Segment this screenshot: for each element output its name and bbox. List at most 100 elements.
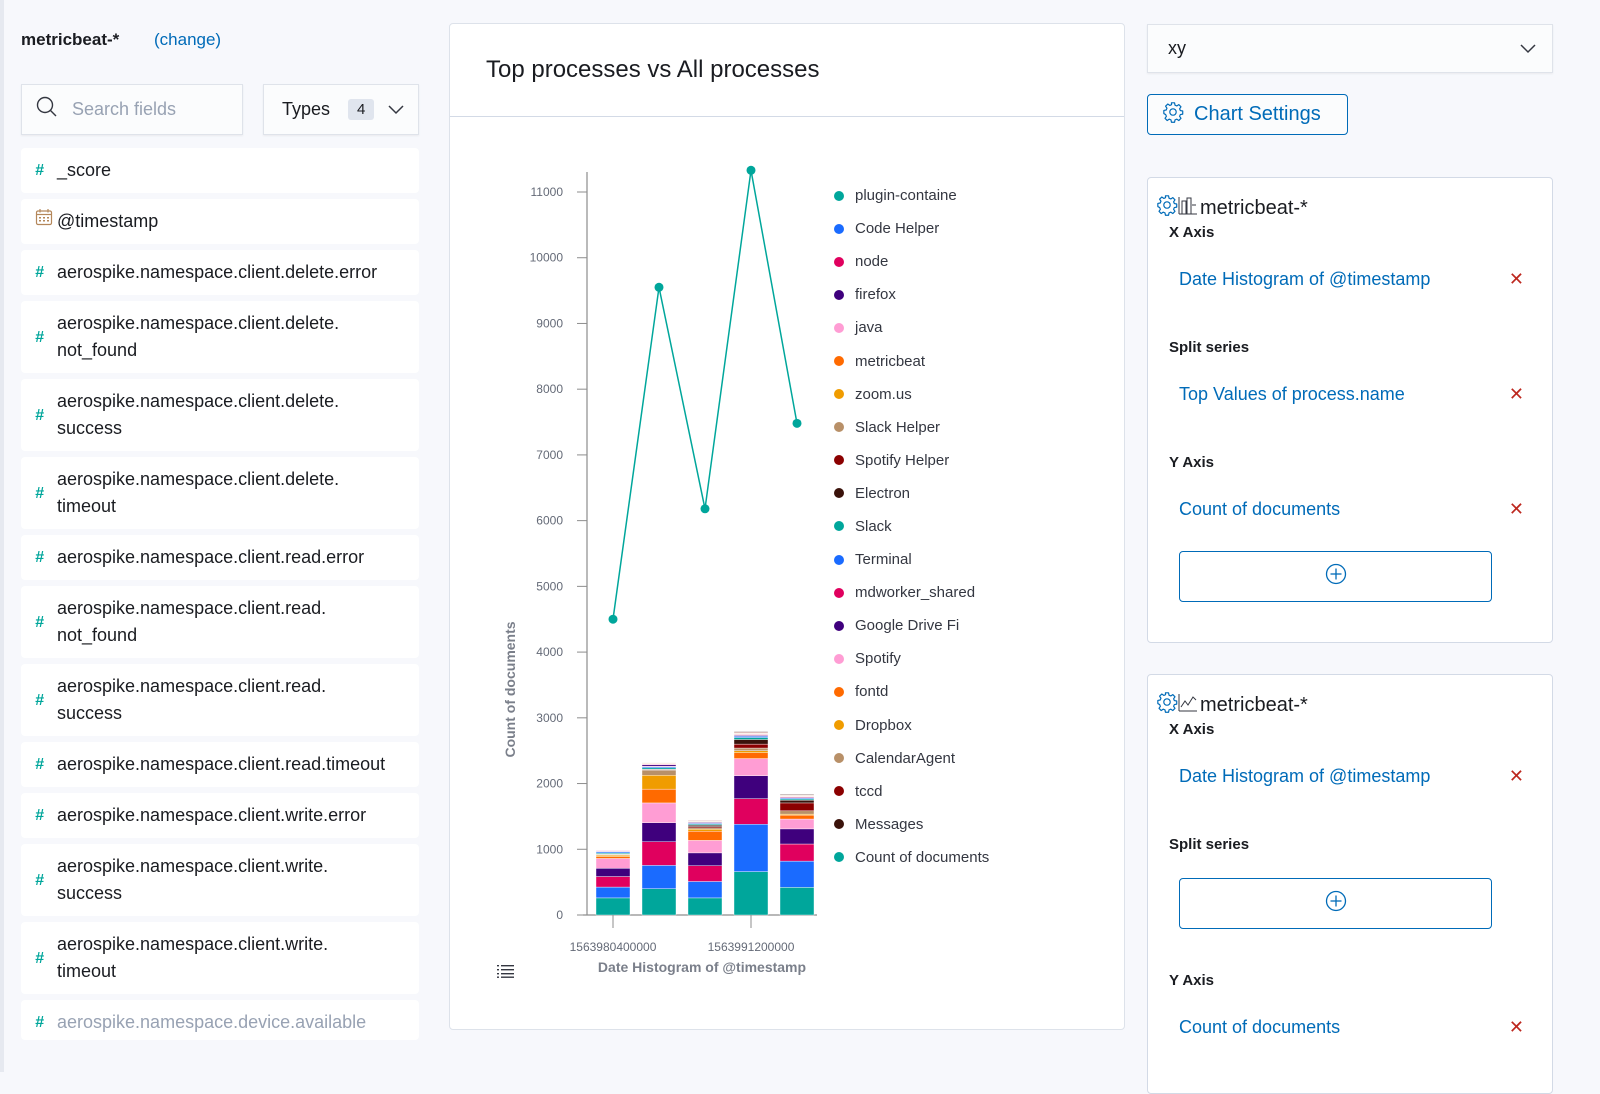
field-name: @timestamp xyxy=(57,211,159,231)
close-icon[interactable]: ✕ xyxy=(1509,766,1524,787)
field-list-item[interactable]: # aerospike.namespace.client.write. timeo… xyxy=(21,922,419,994)
bar-segment xyxy=(779,860,815,888)
list-icon[interactable] xyxy=(497,964,515,983)
search-fields-input[interactable] xyxy=(70,98,230,121)
field-list-item[interactable]: # _score xyxy=(21,148,419,193)
field-list-item[interactable]: @timestamp xyxy=(21,199,419,244)
legend-label: Slack xyxy=(855,517,892,535)
legend-label: Code Helper xyxy=(855,220,940,238)
close-icon[interactable]: ✕ xyxy=(1509,499,1524,520)
gear-icon[interactable] xyxy=(1156,194,1178,222)
legend-item[interactable]: Google Drive Fi xyxy=(834,609,989,642)
layer-header: metricbeat-* xyxy=(1156,691,1308,719)
y-axis-dimension: Count of documents ✕ xyxy=(1179,499,1524,520)
number-type-icon: # xyxy=(35,406,44,424)
legend-item[interactable]: mdworker_shared xyxy=(834,576,989,609)
field-list-item[interactable]: # aerospike.namespace.client.read.error xyxy=(21,535,419,580)
bar-segment xyxy=(687,830,723,841)
y-tick-label: 7000 xyxy=(536,448,563,462)
change-index-pattern-link[interactable]: (change) xyxy=(154,30,221,49)
legend-item[interactable]: Messages xyxy=(834,808,989,841)
field-list-item[interactable]: # aerospike.namespace.device.available xyxy=(21,1000,419,1040)
legend-item[interactable]: Slack Helper xyxy=(834,411,989,444)
legend-item[interactable]: Code Helper xyxy=(834,212,989,245)
number-type-icon: # xyxy=(35,807,44,824)
bar-segment xyxy=(733,824,769,872)
bar-segment xyxy=(595,856,631,859)
number-type-icon: # xyxy=(35,264,44,281)
field-list-item[interactable]: # aerospike.namespace.client.write.error xyxy=(21,793,419,838)
legend-label: firefox xyxy=(855,286,896,304)
layer-index-pattern: metricbeat-* xyxy=(1200,196,1308,219)
legend-item[interactable]: Spotify xyxy=(834,642,989,675)
legend-item[interactable]: Terminal xyxy=(834,543,989,576)
legend-item[interactable]: node xyxy=(834,245,989,278)
legend-item[interactable]: CalendarAgent xyxy=(834,742,989,775)
add-y-dimension-button[interactable] xyxy=(1179,551,1492,602)
bar-segment xyxy=(733,737,769,740)
legend-item[interactable]: Dropbox xyxy=(834,709,989,742)
legend-item[interactable]: java xyxy=(834,311,989,344)
field-name: aerospike.namespace.client.read. success xyxy=(57,676,327,723)
field-list-item[interactable]: # aerospike.namespace.client.read.timeout xyxy=(21,742,419,787)
add-split-series-button[interactable] xyxy=(1179,878,1492,929)
bar-segment xyxy=(733,739,769,745)
line-point xyxy=(608,614,618,624)
x-axis-dimension-link[interactable]: Date Histogram of @timestamp xyxy=(1179,766,1430,787)
y-tick-label: 2000 xyxy=(536,777,563,791)
bar-segment xyxy=(595,897,631,916)
field-list-item[interactable]: # aerospike.namespace.client.delete. succ… xyxy=(21,379,419,451)
bar-segment xyxy=(641,802,677,823)
legend-item[interactable]: fontd xyxy=(834,675,989,708)
legend-item[interactable]: Slack xyxy=(834,510,989,543)
legend-item[interactable]: Electron xyxy=(834,477,989,510)
bar-segment xyxy=(687,897,723,916)
chart-type-select[interactable]: xy xyxy=(1147,24,1553,73)
legend-item[interactable]: Spotify Helper xyxy=(834,444,989,477)
y-axis-dimension-link[interactable]: Count of documents xyxy=(1179,1017,1340,1038)
close-icon[interactable]: ✕ xyxy=(1509,269,1524,290)
field-list-item[interactable]: # aerospike.namespace.client.delete. time… xyxy=(21,457,419,529)
x-axis-dimension-link[interactable]: Date Histogram of @timestamp xyxy=(1179,269,1430,290)
field-list-item[interactable]: # aerospike.namespace.client.write. succe… xyxy=(21,844,419,916)
y-tick-label: 5000 xyxy=(536,579,563,593)
bar-chart-icon xyxy=(1178,195,1198,221)
close-icon[interactable]: ✕ xyxy=(1509,1017,1524,1038)
legend-item[interactable]: metricbeat xyxy=(834,344,989,377)
legend-label: mdworker_shared xyxy=(855,584,976,602)
legend-color-dot xyxy=(834,521,844,532)
bar-segment xyxy=(733,743,769,749)
legend-item[interactable]: zoom.us xyxy=(834,378,989,411)
field-list-item[interactable]: # aerospike.namespace.client.delete. not_… xyxy=(21,301,419,373)
gear-icon[interactable] xyxy=(1156,691,1178,719)
legend-label: Spotify xyxy=(855,650,901,668)
layer-panel-line: metricbeat-* X Axis Date Histogram of @t… xyxy=(1147,674,1553,1094)
legend-item[interactable]: firefox xyxy=(834,278,989,311)
search-fields-box[interactable] xyxy=(21,84,243,135)
legend-color-dot xyxy=(834,256,844,267)
y-tick-label: 10000 xyxy=(530,251,564,265)
bar-segment xyxy=(733,747,769,751)
field-list-item[interactable]: # aerospike.namespace.client.delete.error xyxy=(21,250,419,295)
legend-label: fontd xyxy=(855,683,889,701)
layer-panel-bar: metricbeat-* X Axis Date Histogram of @t… xyxy=(1147,177,1553,643)
legend-label: metricbeat xyxy=(855,352,926,370)
x-axis-title: Date Histogram of @timestamp xyxy=(598,959,806,975)
field-list-item[interactable]: # aerospike.namespace.client.read. not_fo… xyxy=(21,586,419,658)
bar-segment xyxy=(687,865,723,882)
legend-item[interactable]: Count of documents xyxy=(834,841,989,874)
split-series-dimension-link[interactable]: Top Values of process.name xyxy=(1179,384,1405,405)
number-type-icon: # xyxy=(35,691,44,709)
close-icon[interactable]: ✕ xyxy=(1509,384,1524,405)
field-name: aerospike.namespace.client.write.error xyxy=(57,805,367,825)
chart-settings-button[interactable]: Chart Settings xyxy=(1147,94,1348,135)
legend-item[interactable]: plugin-containe xyxy=(834,179,989,212)
y-axis-dimension-link[interactable]: Count of documents xyxy=(1179,499,1340,520)
split-series-label: Split series xyxy=(1169,339,1250,356)
legend-color-dot xyxy=(834,554,844,565)
types-filter-button[interactable]: Types 4 xyxy=(263,84,419,135)
legend-label: Terminal xyxy=(855,551,912,569)
legend-item[interactable]: tccd xyxy=(834,775,989,808)
field-list-item[interactable]: # aerospike.namespace.client.read. succes… xyxy=(21,664,419,736)
line-point xyxy=(792,418,802,428)
